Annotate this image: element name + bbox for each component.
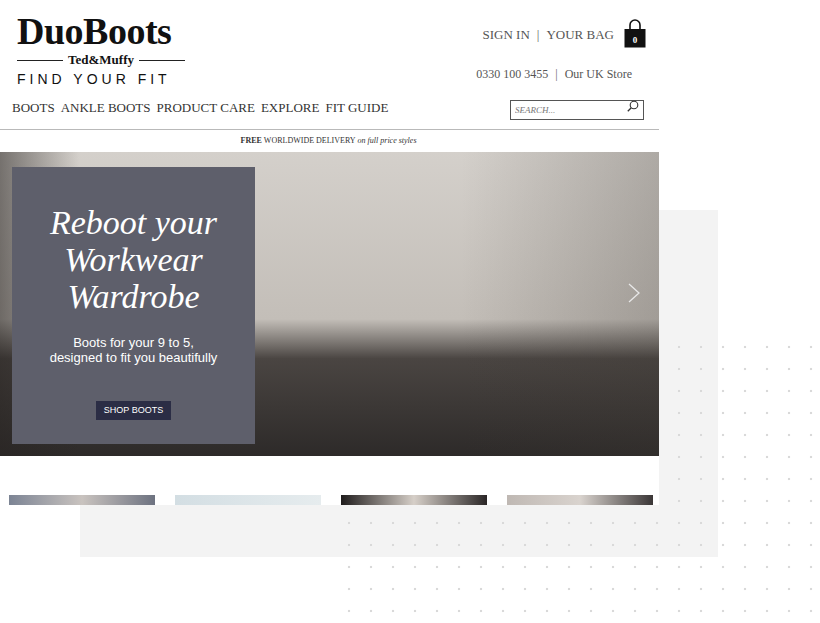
bag-count: 0 xyxy=(624,35,646,45)
contact-row: 0330 100 3455 | Our UK Store xyxy=(476,65,632,83)
account-row: SIGN IN | YOUR BAG 0 xyxy=(483,17,646,48)
website-mockup: DuoBoots Ted&Muffy FIND YOUR FIT SIGN IN… xyxy=(0,0,659,505)
logo-sub-row: Ted&Muffy xyxy=(17,52,185,68)
store-link[interactable]: Our UK Store xyxy=(565,65,632,83)
nav-link[interactable]: ANKLE BOOTS xyxy=(61,98,151,118)
thumbnail-row xyxy=(0,495,659,505)
site-header: DuoBoots Ted&Muffy FIND YOUR FIT SIGN IN… xyxy=(0,0,659,88)
bag-link[interactable]: YOUR BAG xyxy=(546,25,614,45)
sign-in-link[interactable]: SIGN IN xyxy=(483,25,530,45)
logo-sub-brand: Ted&Muffy xyxy=(63,52,139,68)
hero-subtitle-line: Boots for your 9 to 5, xyxy=(50,335,218,350)
nav-link[interactable]: FIT GUIDE xyxy=(325,98,388,118)
logo[interactable]: DuoBoots Ted&Muffy FIND YOUR FIT xyxy=(17,11,185,88)
thumbnail[interactable] xyxy=(9,495,155,505)
hero-subtitle-line: designed to fit you beautifully xyxy=(50,350,218,365)
shop-button[interactable]: SHOP BOOTS xyxy=(96,401,171,420)
magnifier-icon[interactable] xyxy=(627,100,639,112)
promo-bold: FREE xyxy=(241,136,262,145)
hero-title-line: Workwear xyxy=(50,241,217,278)
separator: | xyxy=(555,65,557,83)
hero-title: Reboot yourWorkwearWardrobe xyxy=(50,204,217,315)
logo-tagline: FIND YOUR FIT xyxy=(17,70,185,88)
logo-brand[interactable]: DuoBoots xyxy=(17,11,185,51)
hero-panel: Reboot yourWorkwearWardrobe Boots for yo… xyxy=(12,167,255,444)
separator: | xyxy=(537,25,540,45)
promo-text: WORLDWIDE DELIVERY xyxy=(264,136,356,145)
phone-number[interactable]: 0330 100 3455 xyxy=(476,65,548,83)
hero-title-line: Wardrobe xyxy=(50,278,217,315)
search-input[interactable] xyxy=(510,100,644,120)
promo-bar: FREEWORLDWIDE DELIVERYon full price styl… xyxy=(0,130,659,152)
nav-link[interactable]: EXPLORE xyxy=(261,98,320,118)
nav-link[interactable]: PRODUCT CARE xyxy=(157,98,255,118)
hero-title-line: Reboot your xyxy=(50,204,217,241)
nav-menu: BOOTS ANKLE BOOTS PRODUCT CARE EXPLOREFIT G… xyxy=(12,98,388,118)
thumbnail[interactable] xyxy=(175,495,321,505)
logo-rule xyxy=(17,60,63,61)
hero-banner: Reboot yourWorkwearWardrobe Boots for yo… xyxy=(0,152,659,456)
search-box xyxy=(510,96,644,120)
header-rule xyxy=(0,129,659,130)
promo-note: on full price styles xyxy=(358,136,417,145)
nav-bar: BOOTS ANKLE BOOTS PRODUCT CARE EXPLOREFIT G… xyxy=(0,88,659,120)
thumbnail[interactable] xyxy=(507,495,653,505)
bag-button[interactable]: 0 xyxy=(624,17,646,48)
header-right: SIGN IN | YOUR BAG 0 0330 100 3455 | Our… xyxy=(476,11,646,88)
thumbnail[interactable] xyxy=(341,495,487,505)
nav-link[interactable]: BOOTS xyxy=(12,98,55,118)
next-arrow-icon[interactable] xyxy=(627,282,641,304)
logo-rule xyxy=(139,60,185,61)
hero-subtitle: Boots for your 9 to 5,designed to fit yo… xyxy=(50,335,218,365)
